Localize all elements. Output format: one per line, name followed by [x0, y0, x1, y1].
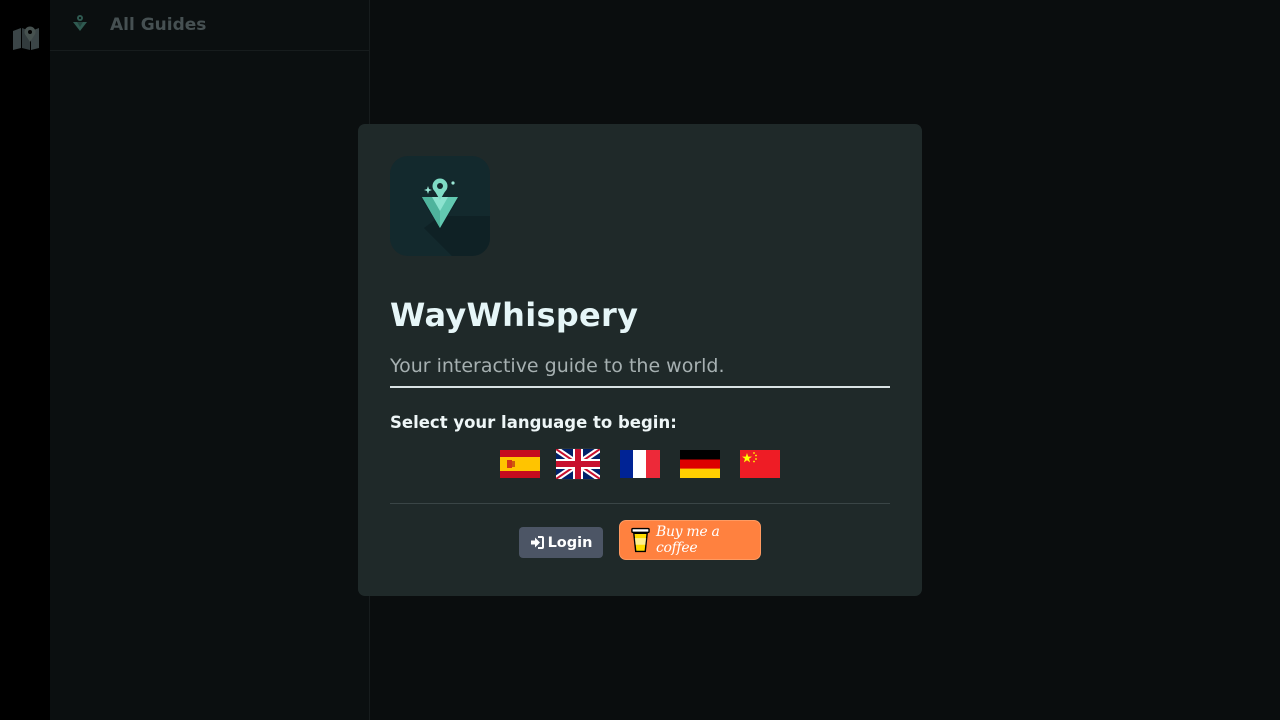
- language-option-es[interactable]: [498, 448, 542, 480]
- all-guides-link[interactable]: All Guides: [110, 15, 206, 35]
- divider: [390, 503, 890, 504]
- buy-me-a-coffee-button[interactable]: Buy me a coffee: [619, 520, 761, 560]
- language-selector: [498, 448, 782, 480]
- login-label: Login: [547, 534, 593, 551]
- language-prompt: Select your language to begin:: [390, 413, 677, 432]
- language-option-en[interactable]: [556, 448, 600, 480]
- coffee-label: Buy me a coffee: [655, 524, 720, 556]
- login-button[interactable]: Login: [519, 527, 603, 558]
- sidebar: All Guides: [50, 0, 370, 720]
- language-option-fr[interactable]: [618, 448, 662, 480]
- app-icon: [390, 156, 490, 256]
- china-flag-icon: [740, 450, 780, 478]
- language-option-zh[interactable]: [738, 448, 782, 480]
- sidebar-header: All Guides: [50, 0, 369, 51]
- language-option-de[interactable]: [678, 448, 722, 480]
- france-flag-icon: [620, 450, 660, 478]
- tagline: Your interactive guide to the world.: [390, 355, 890, 388]
- spain-flag-icon: [500, 450, 540, 478]
- germany-flag-icon: [680, 450, 720, 478]
- coffee-cup-icon: [631, 527, 650, 553]
- uk-flag-icon: [556, 449, 600, 479]
- welcome-dialog: WayWhispery Your interactive guide to th…: [358, 124, 922, 596]
- map-icon[interactable]: [12, 25, 40, 51]
- app-name: WayWhispery: [390, 296, 639, 334]
- left-rail: [0, 0, 50, 720]
- app-logo-icon: [73, 15, 87, 31]
- sign-in-icon: [530, 536, 544, 549]
